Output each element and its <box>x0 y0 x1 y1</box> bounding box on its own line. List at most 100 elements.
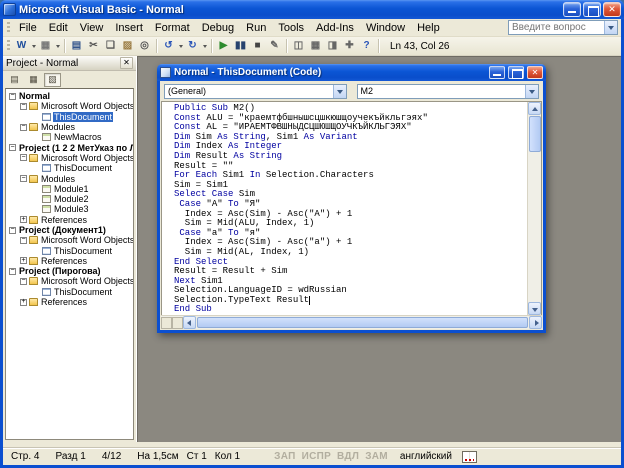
scroll-down-button[interactable] <box>528 302 541 315</box>
menu-insert[interactable]: Insert <box>109 21 149 35</box>
collapse-icon[interactable]: − <box>20 124 27 131</box>
chevron-down-icon[interactable] <box>333 85 346 98</box>
chevron-down-icon[interactable] <box>30 38 37 54</box>
view-object-button[interactable]: ▦ <box>25 73 42 87</box>
collapse-icon[interactable]: − <box>9 144 16 151</box>
close-button[interactable] <box>603 2 621 17</box>
vertical-scrollbar[interactable] <box>527 102 541 315</box>
object-browser-button[interactable]: ◨ <box>324 38 341 54</box>
tree-item[interactable]: NewMacros <box>6 132 133 142</box>
collapse-icon[interactable]: − <box>20 237 27 244</box>
save-button[interactable]: ▤ <box>68 38 85 54</box>
vertical-scroll-thumb[interactable] <box>529 116 541 152</box>
tree-item[interactable]: Module2 <box>6 194 133 204</box>
menu-run[interactable]: Run <box>240 21 272 35</box>
object-dropdown[interactable]: (General) <box>164 84 347 99</box>
tree-item[interactable]: −Modules <box>6 122 133 132</box>
menu-add-ins[interactable]: Add-Ins <box>310 21 360 35</box>
scroll-up-button[interactable] <box>528 102 541 115</box>
project-explorer-button[interactable]: ◫ <box>290 38 307 54</box>
menubar-grip-icon[interactable] <box>7 22 10 34</box>
expand-icon[interactable]: + <box>20 257 27 264</box>
horizontal-scrollbar[interactable] <box>161 315 542 329</box>
chevron-down-icon[interactable] <box>177 38 184 54</box>
code-editor[interactable]: Public Sub M2()Const ALU = "краемтфбшныш… <box>162 102 527 315</box>
collapse-icon[interactable]: − <box>20 278 27 285</box>
copy-button[interactable]: ❏ <box>102 38 119 54</box>
view-word-button[interactable]: W <box>13 38 30 54</box>
horizontal-scroll-thumb[interactable] <box>197 317 528 328</box>
menu-file[interactable]: File <box>13 21 43 35</box>
status-toggle[interactable]: ВДЛ <box>337 451 359 462</box>
tree-item[interactable]: ThisDocument <box>6 245 133 255</box>
redo-button[interactable]: ↻ <box>184 38 201 54</box>
menu-edit[interactable]: Edit <box>43 21 74 35</box>
tree-item[interactable]: ThisDocument <box>6 112 133 122</box>
menu-view[interactable]: View <box>74 21 110 35</box>
menu-tools[interactable]: Tools <box>272 21 310 35</box>
chevron-down-icon[interactable] <box>525 85 538 98</box>
tree-item[interactable]: −Microsoft Word Objects <box>6 235 133 245</box>
undo-button[interactable]: ↺ <box>160 38 177 54</box>
collapse-icon[interactable]: − <box>20 154 27 161</box>
menu-help[interactable]: Help <box>411 21 446 35</box>
chevron-down-icon[interactable] <box>201 38 208 54</box>
collapse-icon[interactable]: − <box>9 227 16 234</box>
code-maximize-button[interactable] <box>508 66 524 79</box>
tree-item[interactable]: Module1 <box>6 184 133 194</box>
tree-item[interactable]: −Project (1 2 2 МетУказ по ЛР) <box>6 142 133 152</box>
tree-item[interactable]: +References <box>6 256 133 266</box>
expand-icon[interactable]: + <box>20 299 27 306</box>
procedure-view-button[interactable] <box>161 317 172 329</box>
expand-icon[interactable]: + <box>20 216 27 223</box>
properties-window-button[interactable]: ▦ <box>307 38 324 54</box>
maximize-restore-button[interactable] <box>583 2 601 17</box>
code-minimize-button[interactable] <box>489 66 505 79</box>
question-input[interactable] <box>509 22 604 33</box>
minimize-button[interactable] <box>563 2 581 17</box>
chevron-down-icon[interactable] <box>604 21 617 34</box>
cut-button[interactable]: ✂ <box>85 38 102 54</box>
toggle-folders-button[interactable]: ▧ <box>44 73 61 87</box>
tree-item[interactable]: −Microsoft Word Objects <box>6 101 133 111</box>
full-module-view-button[interactable] <box>172 317 183 329</box>
reset-button[interactable]: ■ <box>249 38 266 54</box>
tree-item[interactable]: −Project (Документ1) <box>6 225 133 235</box>
menu-format[interactable]: Format <box>149 21 196 35</box>
tree-item[interactable]: +References <box>6 215 133 225</box>
tree-item[interactable]: Module3 <box>6 204 133 214</box>
type-a-question-box[interactable] <box>508 20 618 35</box>
tree-item[interactable]: −Normal <box>6 91 133 101</box>
chevron-down-icon[interactable] <box>54 38 61 54</box>
collapse-icon[interactable]: − <box>9 268 16 275</box>
toolbox-button[interactable]: ✚ <box>341 38 358 54</box>
project-panel-close-button[interactable]: ✕ <box>120 57 133 69</box>
help-button[interactable]: ? <box>358 38 375 54</box>
scroll-left-button[interactable] <box>183 316 196 329</box>
code-close-button[interactable] <box>527 66 543 79</box>
tree-item[interactable]: −Project (Пирогова) <box>6 266 133 276</box>
design-mode-button[interactable]: ✎ <box>266 38 283 54</box>
tree-item[interactable]: +References <box>6 297 133 307</box>
break-button[interactable]: ▮▮ <box>232 38 249 54</box>
collapse-icon[interactable]: − <box>9 93 16 100</box>
scroll-right-button[interactable] <box>529 316 542 329</box>
tree-item[interactable]: −Microsoft Word Objects <box>6 153 133 163</box>
paste-button[interactable]: ▨ <box>119 38 136 54</box>
collapse-icon[interactable]: − <box>20 103 27 110</box>
tree-item[interactable]: ThisDocument <box>6 287 133 297</box>
project-tree[interactable]: −Normal−Microsoft Word ObjectsThisDocume… <box>5 88 134 440</box>
menu-window[interactable]: Window <box>360 21 411 35</box>
collapse-icon[interactable]: − <box>20 175 27 182</box>
status-toggle[interactable]: ЗАМ <box>365 451 388 462</box>
menu-debug[interactable]: Debug <box>196 21 240 35</box>
tree-item[interactable]: −Microsoft Word Objects <box>6 276 133 286</box>
code-window-titlebar[interactable]: Normal - ThisDocument (Code) <box>157 64 546 81</box>
toolbar-grip-icon[interactable] <box>7 40 10 52</box>
tree-item[interactable]: −Modules <box>6 173 133 183</box>
spellcheck-book-icon[interactable] <box>462 451 477 463</box>
procedure-dropdown[interactable]: M2 <box>357 84 540 99</box>
tree-item[interactable]: ThisDocument <box>6 163 133 173</box>
status-toggle[interactable]: ИСПР <box>302 451 331 462</box>
insert-userform-button[interactable]: ▦ <box>37 38 54 54</box>
